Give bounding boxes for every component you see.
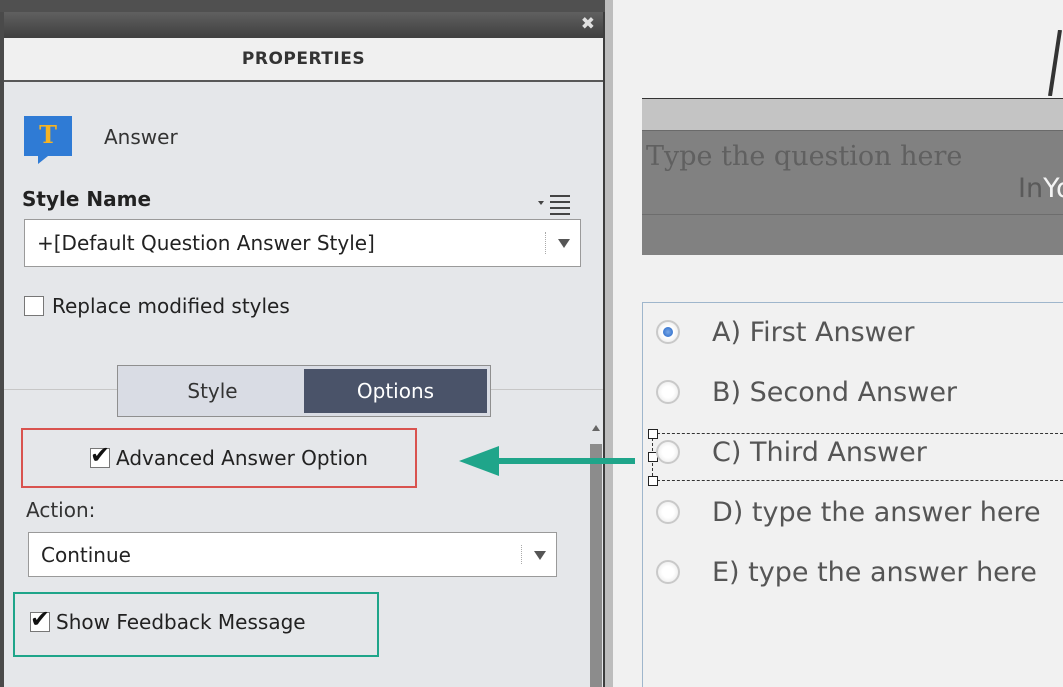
panel-title[interactable]: PROPERTIES: [4, 38, 603, 82]
answer-label: C) Third Answer: [712, 436, 927, 468]
radio-icon[interactable]: [656, 560, 680, 584]
style-dropdown-value: +[Default Question Answer Style]: [37, 231, 375, 255]
action-label: Action:: [26, 498, 96, 522]
panel-titlebar[interactable]: ✖: [4, 12, 603, 38]
text-caption-icon: T: [24, 116, 72, 164]
overflow-text: InYo: [1018, 173, 1063, 204]
answer-option-c[interactable]: C) Third Answer: [656, 432, 927, 472]
slide-title-fragment: [1048, 30, 1062, 96]
question-placeholder[interactable]: Type the question here: [646, 141, 962, 172]
answer-label: B) Second Answer: [712, 376, 958, 408]
replace-styles-label: Replace modified styles: [52, 294, 290, 318]
show-feedback-label: Show Feedback Message: [56, 610, 306, 634]
top-dark-strip: [0, 0, 605, 12]
answer-label: D) type the answer here: [712, 496, 1041, 528]
radio-icon[interactable]: [656, 500, 680, 524]
check-icon: ✔: [90, 441, 111, 469]
chevron-down-icon: [534, 550, 546, 560]
tab-style[interactable]: Style: [121, 369, 304, 413]
resize-handle-bottom-left[interactable]: [648, 476, 658, 486]
question-header-bar: [642, 99, 1063, 131]
close-icon[interactable]: ✖: [581, 15, 595, 33]
advanced-answer-option-row[interactable]: ✔ Advanced Answer Option: [90, 443, 368, 470]
answer-label: A) First Answer: [712, 316, 915, 348]
show-feedback-checkbox[interactable]: ✔: [30, 607, 50, 632]
canvas-edge: [605, 0, 613, 687]
chevron-down-icon: [558, 239, 570, 248]
properties-panel: ✖ PROPERTIES T Answer Style Name +[Defau…: [0, 12, 605, 687]
check-icon: ✔: [30, 605, 51, 633]
replace-styles-row[interactable]: Replace modified styles: [24, 294, 290, 318]
object-name: Answer: [104, 125, 178, 149]
style-options-tabs: Style Options: [117, 365, 491, 417]
replace-styles-checkbox[interactable]: [24, 296, 44, 316]
scroll-thumb[interactable]: [590, 444, 602, 687]
advanced-answer-option-label: Advanced Answer Option: [116, 446, 368, 470]
question-header-divider: [642, 214, 1063, 215]
radio-icon[interactable]: [656, 440, 680, 464]
tab-options[interactable]: Options: [304, 369, 487, 413]
answer-option-e[interactable]: E) type the answer here: [656, 552, 1037, 592]
action-dropdown-value: Continue: [41, 542, 131, 567]
answer-option-b[interactable]: B) Second Answer: [656, 372, 957, 412]
style-menu-icon[interactable]: [536, 192, 572, 216]
radio-selected-icon[interactable]: [656, 320, 680, 344]
action-dropdown[interactable]: Continue: [28, 532, 557, 577]
answer-option-d[interactable]: D) type the answer here: [656, 492, 1041, 532]
annotation-arrow-icon: [459, 446, 635, 476]
show-feedback-row[interactable]: ✔ Show Feedback Message: [30, 607, 306, 634]
answer-label: E) type the answer here: [712, 556, 1037, 588]
style-name-label: Style Name: [22, 187, 152, 211]
radio-icon[interactable]: [656, 380, 680, 404]
advanced-answer-option-checkbox[interactable]: ✔: [90, 443, 110, 468]
scroll-up-icon[interactable]: [592, 425, 600, 431]
style-dropdown[interactable]: +[Default Question Answer Style]: [24, 219, 581, 267]
question-header[interactable]: Type the question here InYo: [642, 98, 1063, 255]
answer-option-a[interactable]: A) First Answer: [656, 312, 914, 352]
